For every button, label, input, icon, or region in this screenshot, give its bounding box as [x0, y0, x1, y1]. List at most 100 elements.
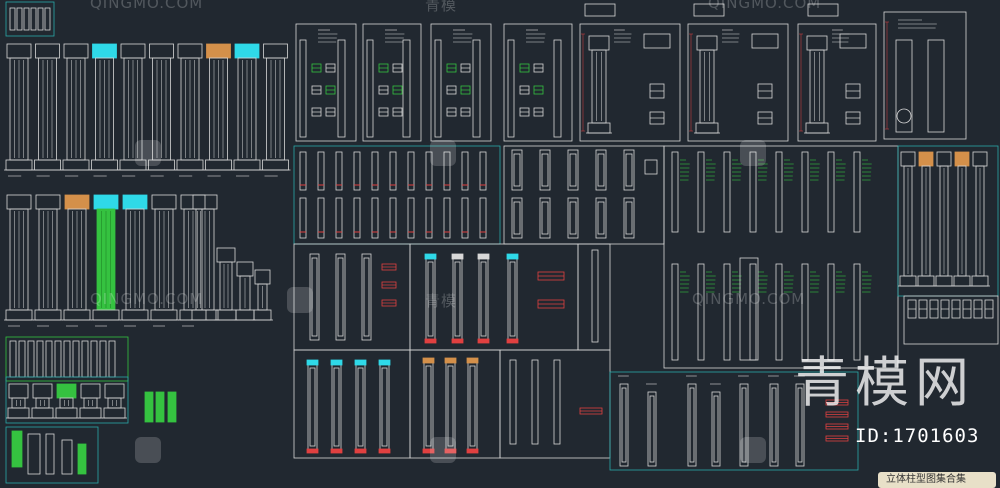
- detail-column-base: [935, 275, 953, 287]
- elevation-column-shaft: [591, 49, 607, 124]
- pilaster-drawing-panel: [621, 387, 627, 463]
- detail-column-base: [917, 275, 935, 287]
- section-column: [402, 39, 411, 138]
- detail-column-base: [971, 275, 989, 287]
- detail-strip: [54, 340, 62, 378]
- classical-column-base: [150, 309, 178, 321]
- pilaster-drawing: [623, 149, 635, 191]
- drawing-sheet: [362, 23, 422, 142]
- pilaster-elevation: [749, 263, 757, 361]
- green-detail: [167, 391, 177, 423]
- classical-column-base: [176, 159, 204, 171]
- pilaster-drawing: [507, 257, 518, 341]
- watermark-text: 青模: [425, 0, 458, 14]
- pilaster-drawing: [478, 257, 489, 341]
- elevation-column-shaft: [699, 49, 715, 124]
- classical-column-capital: [263, 43, 288, 59]
- classical-column-capital: [35, 194, 61, 210]
- detail-column-capital: [56, 383, 77, 399]
- elevation-column-base: [695, 122, 719, 134]
- elevation-column-capital: [806, 35, 828, 51]
- pilaster-drawing-cap: [306, 359, 319, 366]
- drawing-sheet: [579, 23, 681, 142]
- pilaster-elevation: [671, 263, 679, 361]
- drawing-sheet: [687, 23, 789, 142]
- pilaster-drawing-panel: [337, 257, 344, 337]
- watermark-text: QINGMO.COM: [708, 0, 822, 12]
- pilaster-elevation: [299, 151, 307, 191]
- pilaster-elevation: [775, 263, 783, 361]
- detail-column-capital: [8, 383, 29, 399]
- capital-detail: [839, 33, 867, 49]
- pilaster-drawing-base: [451, 338, 464, 344]
- pilaster-drawing-panel: [597, 201, 605, 235]
- detail-column-shaft: [59, 397, 74, 409]
- detail-block: [27, 433, 41, 475]
- watermark-logo-icon: [740, 140, 766, 166]
- detail-strip: [18, 340, 26, 378]
- detail-column-base: [899, 275, 917, 287]
- pilaster-drawing-panel: [509, 261, 516, 337]
- pilaster-drawing-base: [330, 448, 343, 454]
- pilaster-drawing-base: [506, 338, 519, 344]
- detail-column-base: [103, 407, 126, 419]
- pilaster-elevation: [827, 151, 835, 233]
- detail-strip: [63, 340, 71, 378]
- classical-column-base: [62, 159, 90, 171]
- detail-strip: [36, 340, 44, 378]
- pilaster-drawing: [769, 383, 779, 467]
- small-column-capital: [236, 261, 254, 277]
- watermark-logo-icon: [430, 140, 456, 166]
- pilaster-drawing: [647, 391, 657, 467]
- classical-column-capital: [35, 43, 60, 59]
- classical-column-capital: [64, 194, 90, 210]
- pilaster-drawing-base: [378, 448, 391, 454]
- tall-pilaster: [739, 257, 759, 361]
- thumbnail-column: [16, 7, 23, 31]
- small-column-base: [215, 309, 237, 321]
- pilaster-drawing-panel: [689, 387, 695, 463]
- watermark-logo-icon: [740, 437, 766, 463]
- detail-column-shaft: [35, 397, 50, 409]
- thin-pilaster: [531, 359, 539, 445]
- pilaster-drawing-panel: [357, 367, 364, 447]
- drawing-sheet-frame: [503, 145, 665, 245]
- drawing-sheet-frame: [499, 349, 611, 459]
- pilaster-elevation: [671, 151, 679, 233]
- classical-column-base: [91, 159, 118, 171]
- pilaster-elevation: [389, 151, 397, 191]
- detail-strip: [90, 340, 98, 378]
- pilaster-drawing: [567, 149, 579, 191]
- thumbnail-column: [44, 7, 51, 31]
- thumbnail-frame: [5, 1, 55, 37]
- detail-column-base: [7, 407, 30, 419]
- column-plan-circle: [896, 108, 912, 124]
- pilaster-drawing-panel: [713, 395, 719, 463]
- classical-column-capital: [120, 43, 146, 59]
- pilaster-elevation: [317, 151, 325, 191]
- thin-pilaster: [553, 359, 561, 445]
- pilaster-drawing: [619, 383, 629, 467]
- classical-column-capital: [6, 43, 32, 59]
- detail-column-capital: [918, 151, 934, 167]
- classical-column-base: [233, 159, 261, 171]
- detail-sheet-frame: [5, 336, 129, 382]
- section-detail: [644, 159, 658, 175]
- section-column: [299, 39, 307, 138]
- pilaster-drawing: [335, 253, 346, 341]
- pilaster-drawing-panel: [513, 153, 521, 187]
- pilaster-drawing-panel: [541, 153, 549, 187]
- pilaster-drawing: [539, 149, 551, 191]
- pilaster-drawing-cap: [422, 357, 435, 364]
- drawing-sheet-frame: [577, 243, 611, 351]
- classical-column-capital: [177, 43, 203, 59]
- detail-column-capital: [972, 151, 988, 167]
- drawing-sheet-frame: [663, 145, 899, 369]
- ornate-column: [895, 39, 913, 133]
- pilaster-elevation: [353, 151, 361, 191]
- pilaster-drawing-panel: [469, 365, 476, 447]
- pilaster-drawing-panel: [425, 365, 432, 447]
- classical-column-base: [34, 159, 61, 171]
- pilaster-drawing-panel: [541, 201, 549, 235]
- pilaster-elevation: [335, 151, 343, 191]
